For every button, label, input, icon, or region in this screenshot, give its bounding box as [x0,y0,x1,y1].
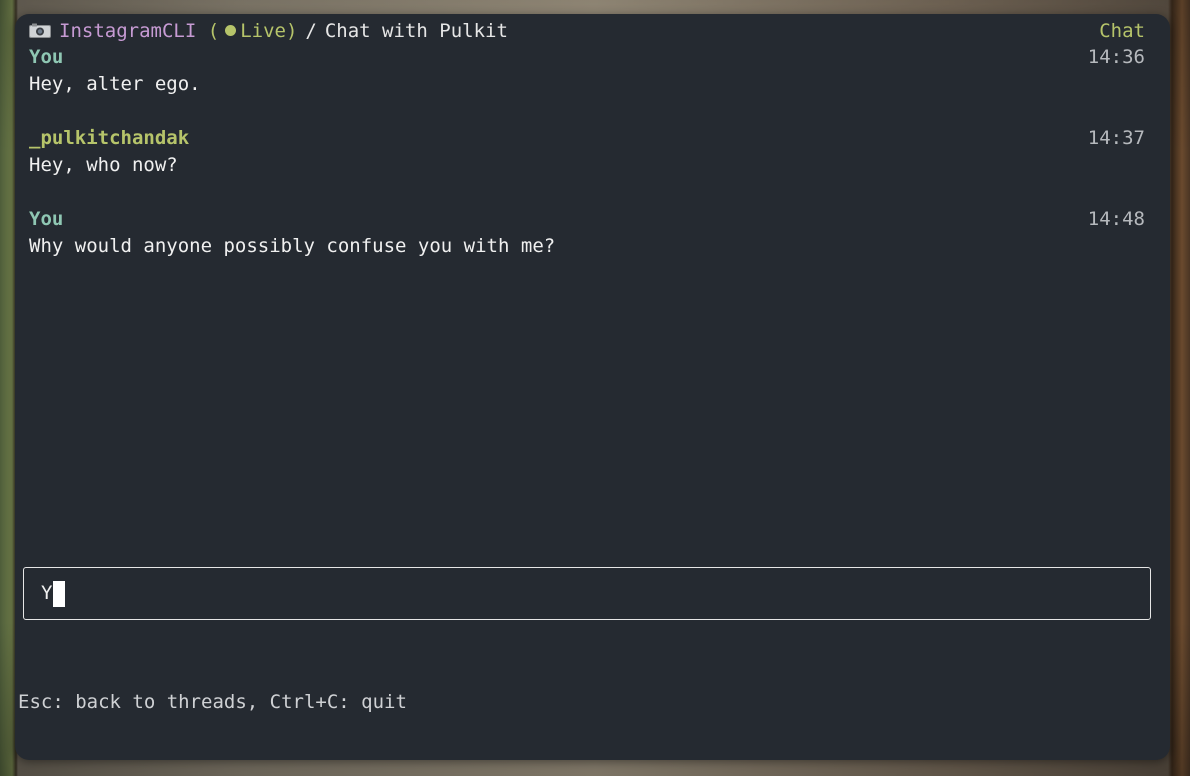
app-name: InstagramCLI [59,20,197,42]
camera-icon [29,23,51,38]
mode-label: Chat [1099,20,1145,42]
message-item: You 14:48 Why would anyone possibly conf… [29,206,1145,287]
keyboard-help: Esc: back to threads, Ctrl+C: quit [18,691,407,713]
live-dot-icon [225,25,237,36]
message-time: 14:48 [1087,208,1145,230]
message-time: 14:36 [1087,46,1145,68]
message-item: You 14:36 Hey, alter ego. [29,44,1145,125]
message-item: _pulkitchandak 14:37 Hey, who now? [29,125,1145,206]
title-bar: InstagramCLI ( Live) / Chat with Pulkit Cha… [29,18,1145,44]
message-input-value[interactable]: Y [41,580,52,607]
status-open-paren: ( [207,20,220,42]
message-sender: You [29,208,64,230]
message-time: 14:37 [1087,127,1145,149]
chat-title: Chat with Pulkit [324,20,508,42]
message-text: Hey, who now? [29,154,178,176]
text-cursor [53,581,65,607]
message-sender: _pulkitchandak [29,127,190,149]
terminal-window: InstagramCLI ( Live) / Chat with Pulkit Cha… [15,14,1170,760]
live-status: Live [240,20,286,42]
message-input[interactable]: Y [23,567,1151,620]
status-close-paren: ) [285,20,298,42]
message-sender: You [29,46,64,68]
message-list: You 14:36 Hey, alter ego. _pulkitchandak… [29,44,1145,287]
message-text: Hey, alter ego. [29,73,201,95]
message-text: Why would anyone possibly confuse you wi… [29,235,556,257]
breadcrumb-separator: / [305,20,317,42]
